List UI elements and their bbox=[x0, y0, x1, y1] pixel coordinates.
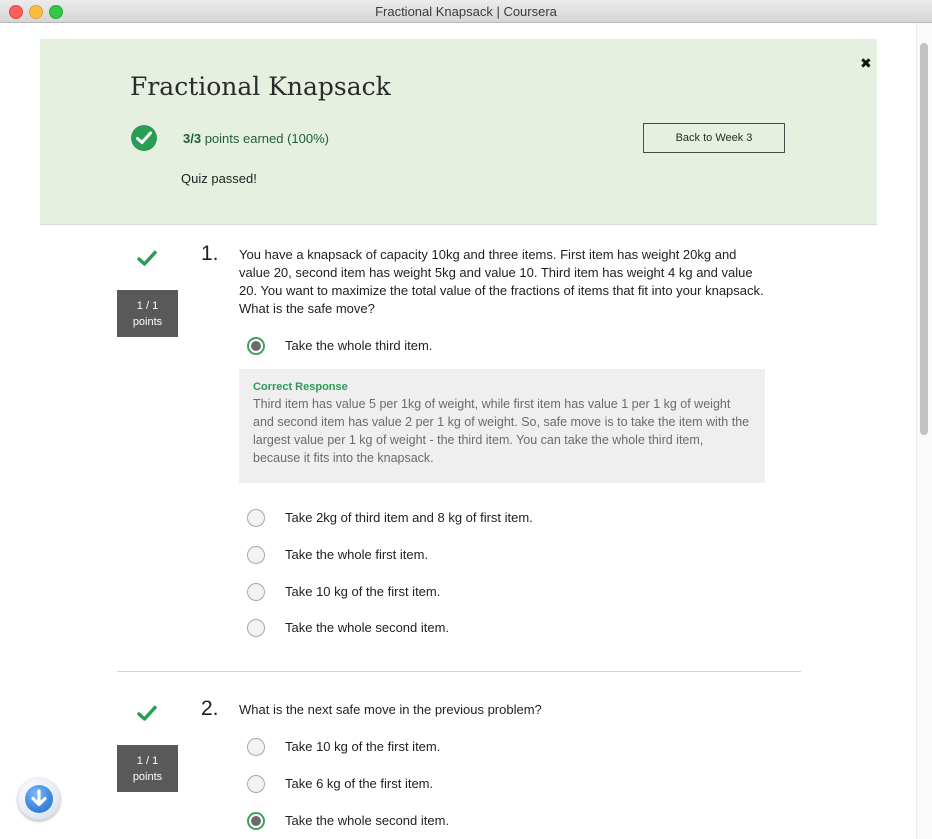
quiz-result-header: Fractional Knapsack 3/3 points earned (1… bbox=[40, 39, 877, 225]
points-value: 1 / 1 bbox=[136, 299, 159, 312]
window-titlebar: Fractional Knapsack | Coursera bbox=[0, 0, 932, 23]
answer-option-label: Take 2kg of third item and 8 kg of first… bbox=[285, 510, 533, 525]
question-divider bbox=[117, 671, 801, 672]
answer-option[interactable]: Take the whole second item. bbox=[247, 812, 747, 834]
back-to-week-button[interactable]: Back to Week 3 bbox=[643, 123, 785, 153]
answer-option[interactable]: Take the whole third item. bbox=[247, 337, 747, 359]
radio-button[interactable] bbox=[247, 619, 265, 637]
page-title: Fractional Knapsack bbox=[130, 72, 391, 101]
radio-button-selected[interactable] bbox=[247, 337, 265, 355]
answer-option[interactable]: Take 6 kg of the first item. bbox=[247, 775, 747, 797]
radio-button[interactable] bbox=[247, 775, 265, 793]
points-label: points bbox=[132, 315, 163, 328]
answer-option[interactable]: Take the whole first item. bbox=[247, 546, 747, 568]
feedback-text: Third item has value 5 per 1kg of weight… bbox=[253, 397, 750, 465]
answer-option[interactable]: Take 10 kg of the first item. bbox=[247, 583, 747, 605]
close-icon[interactable]: ✖ bbox=[860, 55, 872, 72]
radio-button[interactable] bbox=[247, 546, 265, 564]
score-label: points earned (100%) bbox=[204, 131, 330, 146]
feedback-title: Correct Response bbox=[253, 381, 348, 393]
answer-option[interactable]: Take 2kg of third item and 8 kg of first… bbox=[247, 509, 747, 531]
radio-button[interactable] bbox=[247, 509, 265, 527]
correct-checkmark-icon bbox=[137, 250, 157, 272]
answer-option-label: Take the whole second item. bbox=[285, 620, 450, 635]
feedback-box: Correct Response Third item has value 5 … bbox=[239, 369, 765, 483]
answer-option-label: Take the whole first item. bbox=[285, 547, 429, 562]
question-number: 2. bbox=[201, 697, 219, 720]
score-value: 3/3 bbox=[183, 131, 202, 146]
points-label: points bbox=[132, 770, 163, 783]
points-badge: 1 / 1 points bbox=[117, 290, 178, 337]
answer-option-label: Take 6 kg of the first item. bbox=[285, 776, 434, 791]
points-badge: 1 / 1 points bbox=[117, 745, 178, 792]
quiz-status: Quiz passed! bbox=[181, 171, 257, 186]
download-button[interactable] bbox=[18, 778, 60, 820]
scrollbar-thumb[interactable] bbox=[920, 43, 928, 435]
window-title: Fractional Knapsack | Coursera bbox=[375, 4, 557, 19]
check-circle-icon bbox=[131, 125, 157, 151]
question-text: What is the next safe move in the previo… bbox=[239, 702, 542, 717]
answer-option-label: Take the whole second item. bbox=[285, 813, 450, 828]
download-arrow-icon bbox=[25, 785, 53, 813]
question-text: You have a knapsack of capacity 10kg and… bbox=[239, 247, 764, 316]
points-value: 1 / 1 bbox=[136, 754, 159, 767]
correct-checkmark-icon bbox=[137, 705, 157, 727]
radio-button[interactable] bbox=[247, 583, 265, 601]
answer-option-label: Take 10 kg of the first item. bbox=[285, 584, 441, 599]
radio-button-selected[interactable] bbox=[247, 812, 265, 830]
answer-option-label: Take the whole third item. bbox=[285, 338, 433, 353]
answer-option[interactable]: Take the whole second item. bbox=[247, 619, 747, 641]
score-text: 3/3 points earned (100%) bbox=[183, 131, 329, 146]
radio-button[interactable] bbox=[247, 738, 265, 756]
question-number: 1. bbox=[201, 242, 219, 265]
answer-option-label: Take 10 kg of the first item. bbox=[285, 739, 441, 754]
answer-option[interactable]: Take 10 kg of the first item. bbox=[247, 738, 747, 760]
